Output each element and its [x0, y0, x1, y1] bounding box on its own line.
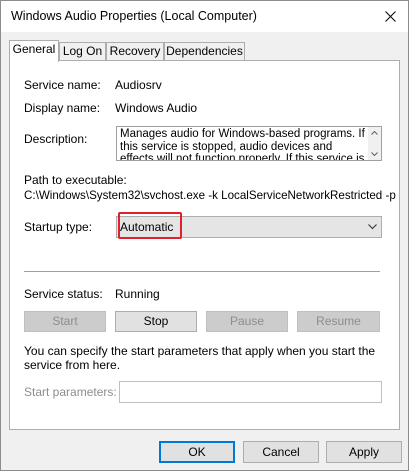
scroll-down-icon[interactable] [370, 150, 379, 158]
tab-recovery[interactable]: Recovery [106, 42, 164, 61]
description-scrollbar[interactable] [368, 127, 381, 160]
tab-strip: General Log On Recovery Dependencies [9, 40, 401, 62]
startup-type-label: Startup type: [24, 220, 93, 234]
cancel-button[interactable]: Cancel [243, 441, 319, 463]
tab-log-on[interactable]: Log On [59, 42, 106, 61]
service-status-label: Service status: [24, 287, 103, 301]
window-title: Windows Audio Properties (Local Computer… [11, 9, 257, 23]
description-label: Description: [24, 132, 88, 146]
close-icon [384, 10, 396, 22]
description-text: Manages audio for Windows-based programs… [120, 128, 365, 161]
start-button[interactable]: Start [24, 311, 106, 332]
close-button[interactable] [378, 5, 402, 27]
start-params-input[interactable] [119, 381, 382, 403]
apply-button[interactable]: Apply [326, 441, 402, 463]
display-name-label: Display name: [24, 101, 101, 115]
pause-button[interactable]: Pause [206, 311, 288, 332]
chevron-down-icon [368, 224, 377, 230]
startup-type-value: Automatic [120, 220, 174, 234]
stop-button[interactable]: Stop [115, 311, 197, 332]
tab-general[interactable]: General [9, 40, 59, 62]
tab-dependencies[interactable]: Dependencies [164, 42, 245, 61]
service-name-value: Audiosrv [115, 78, 162, 92]
start-params-label: Start parameters: [24, 385, 117, 399]
startup-type-select[interactable]: Automatic [116, 216, 382, 238]
general-panel: Service name: Audiosrv Display name: Win… [9, 60, 400, 430]
display-name-value: Windows Audio [115, 101, 198, 115]
service-status-value: Running [115, 287, 160, 301]
resume-button[interactable]: Resume [297, 311, 380, 332]
path-label: Path to executable: [24, 173, 127, 187]
service-name-label: Service name: [24, 78, 101, 92]
title-bar[interactable]: Windows Audio Properties (Local Computer… [1, 1, 408, 32]
separator [24, 271, 380, 272]
description-box[interactable]: Manages audio for Windows-based programs… [116, 126, 382, 161]
start-params-hint: You can specify the start parameters tha… [24, 344, 376, 372]
scroll-up-icon[interactable] [370, 129, 379, 137]
properties-dialog: Windows Audio Properties (Local Computer… [0, 0, 409, 471]
path-value: C:\Windows\System32\svchost.exe -k Local… [24, 189, 396, 202]
ok-button[interactable]: OK [159, 441, 235, 463]
